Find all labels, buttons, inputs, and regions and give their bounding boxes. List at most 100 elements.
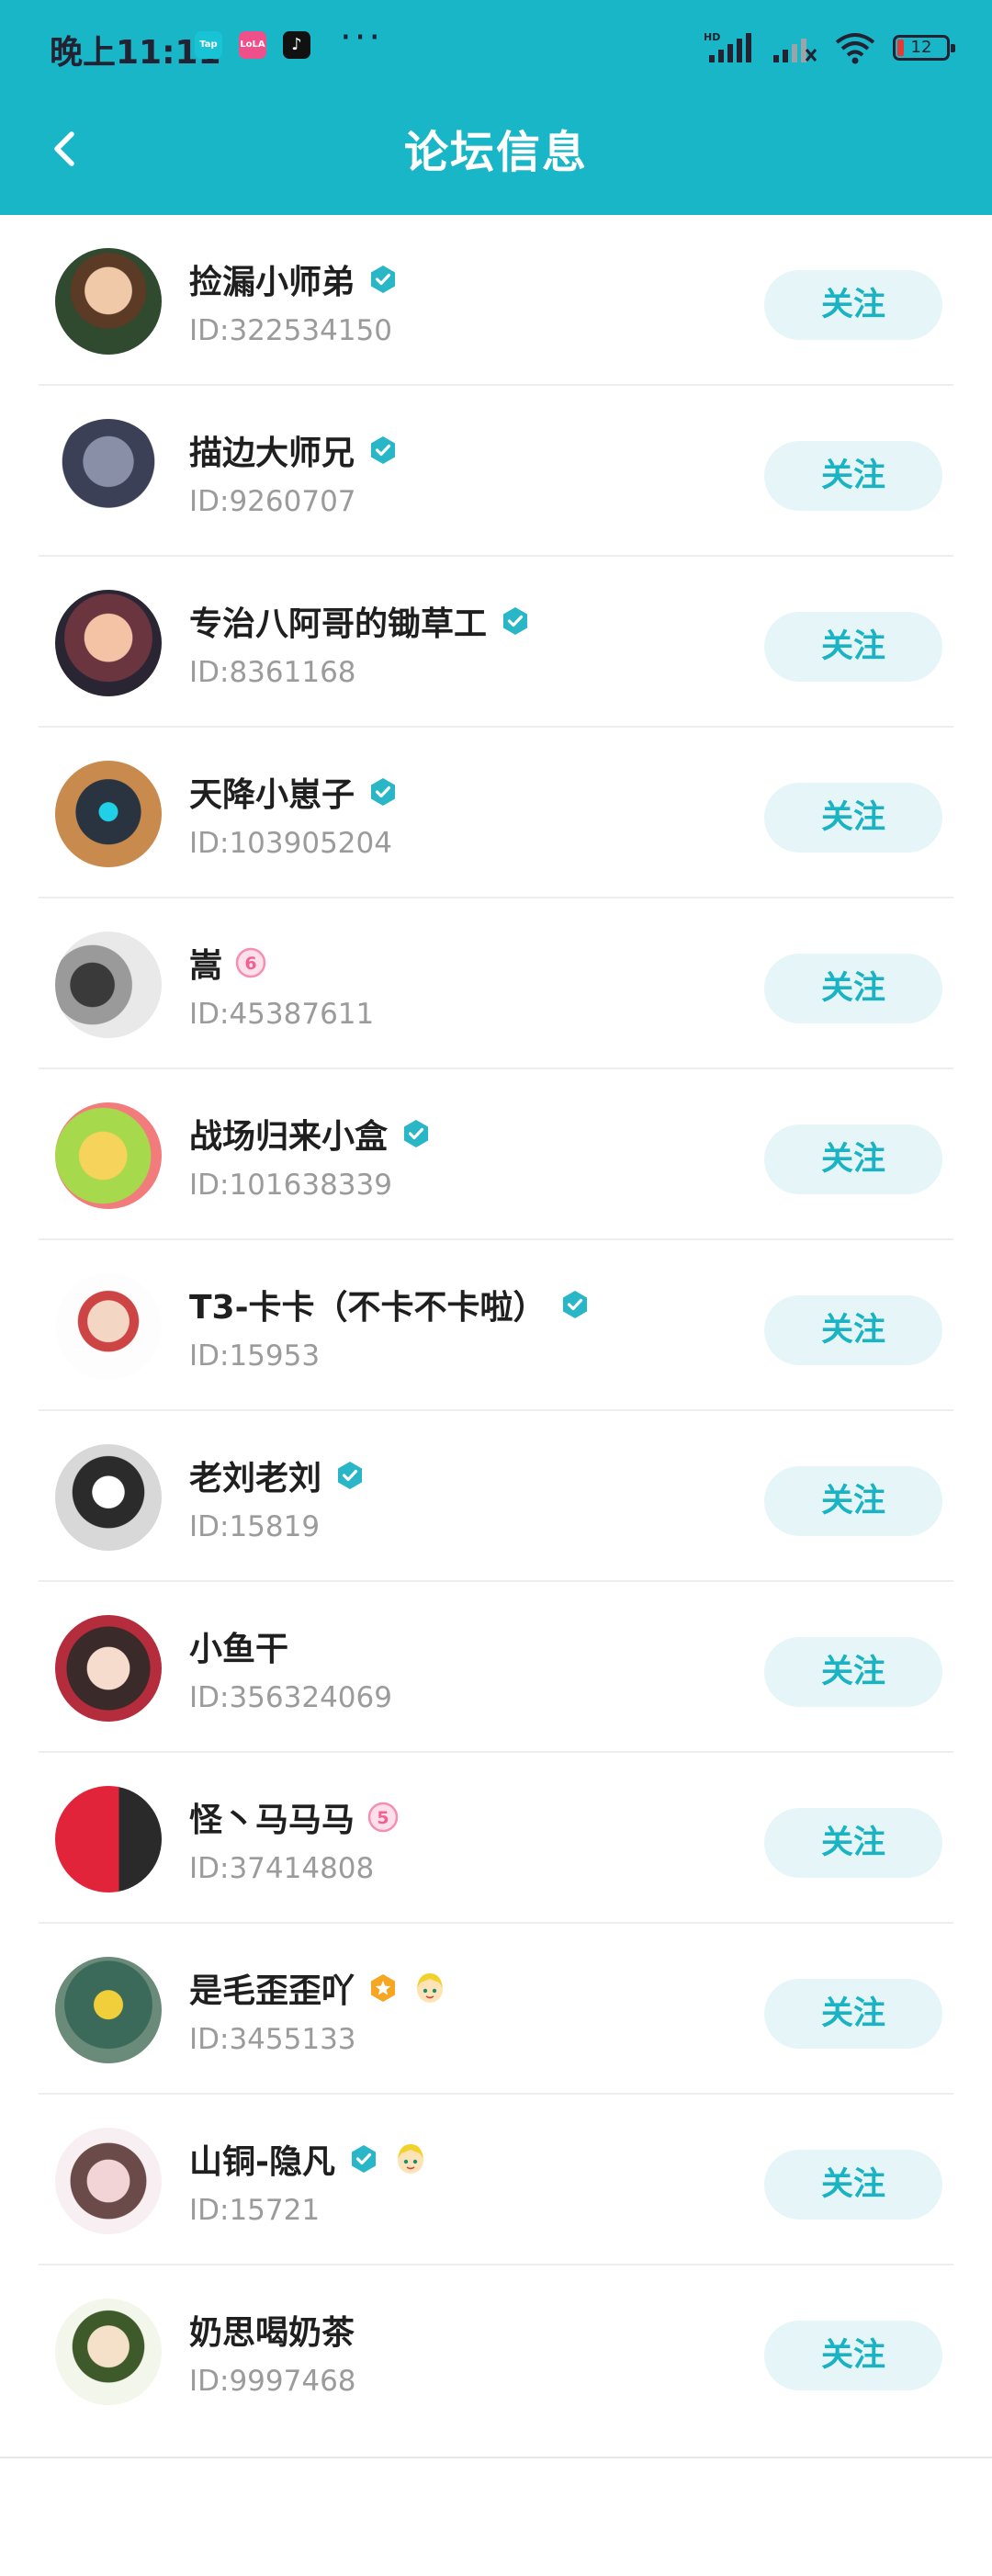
name-line: 专治八阿哥的锄草工 xyxy=(189,597,531,645)
user-name[interactable]: 专治八阿哥的锄草工 xyxy=(189,597,487,645)
battery-icon: 12 xyxy=(893,35,955,61)
follow-button[interactable]: 关注 xyxy=(764,783,942,853)
user-name[interactable]: 怪丶马马马 xyxy=(189,1793,355,1841)
name-line: 捡漏小师弟 xyxy=(189,255,399,303)
list-item[interactable]: 捡漏小师弟 ID:322534150 关注 xyxy=(0,215,992,386)
list-item[interactable]: 奶思喝奶茶 ID:9997468 关注 xyxy=(0,2265,992,2436)
avatar[interactable] xyxy=(55,2299,162,2405)
avatar[interactable] xyxy=(55,1786,162,1892)
avatar[interactable] xyxy=(55,761,162,867)
user-id: ID:9260707 xyxy=(189,485,356,518)
follow-button[interactable]: 关注 xyxy=(764,1124,942,1194)
user-name[interactable]: 山铜-隐凡 xyxy=(189,2135,335,2183)
taptap-icon: Tap xyxy=(195,31,222,59)
follow-button[interactable]: 关注 xyxy=(764,270,942,340)
verified-icon xyxy=(348,2143,379,2175)
avatar[interactable] xyxy=(55,932,162,1038)
avatar[interactable] xyxy=(55,1615,162,1722)
avatar[interactable] xyxy=(55,1957,162,2063)
follow-button[interactable]: 关注 xyxy=(764,1808,942,1878)
list-item[interactable]: 嵩 6 ID:45387611 关注 xyxy=(0,898,992,1069)
user-name[interactable]: 天降小崽子 xyxy=(189,768,355,816)
avatar[interactable] xyxy=(55,248,162,355)
name-line: 天降小崽子 xyxy=(189,768,399,816)
user-name[interactable]: 嵩 xyxy=(189,939,222,987)
verified-icon xyxy=(367,264,399,295)
name-line: 战场归来小盒 xyxy=(189,1110,432,1158)
verified-icon xyxy=(334,1460,366,1491)
user-id: ID:37414808 xyxy=(189,1852,375,1885)
user-name[interactable]: T3-卡卡（不卡不卡啦） xyxy=(189,1281,547,1328)
lofter-icon: LoLA xyxy=(239,31,266,59)
list-item[interactable]: 描边大师兄 ID:9260707 关注 xyxy=(0,386,992,557)
follow-button[interactable]: 关注 xyxy=(764,1295,942,1365)
user-id: ID:101638339 xyxy=(189,1169,392,1202)
user-id: ID:45387611 xyxy=(189,998,375,1031)
follow-button[interactable]: 关注 xyxy=(764,1637,942,1707)
user-name[interactable]: 小鱼干 xyxy=(189,1622,288,1670)
name-line: 小鱼干 xyxy=(189,1622,288,1670)
follow-button[interactable]: 关注 xyxy=(764,2150,942,2220)
user-id: ID:356324069 xyxy=(189,1681,392,1714)
status-right: HD 12 xyxy=(704,29,955,66)
user-id: ID:15819 xyxy=(189,1510,321,1543)
name-line: 是毛歪歪吖 xyxy=(189,1964,448,2012)
user-name[interactable]: 描边大师兄 xyxy=(189,426,355,474)
user-id: ID:3455133 xyxy=(189,2023,356,2056)
list-item[interactable]: 战场归来小盒 ID:101638339 关注 xyxy=(0,1069,992,1240)
user-name[interactable]: 老刘老刘 xyxy=(189,1452,321,1499)
user-name[interactable]: 奶思喝奶茶 xyxy=(189,2306,355,2354)
battery-level: 12 xyxy=(910,38,932,57)
character-badge-icon xyxy=(411,1970,448,2006)
verified-icon xyxy=(500,605,531,637)
follow-button[interactable]: 关注 xyxy=(764,1466,942,1536)
user-list: 捡漏小师弟 ID:322534150 关注 描边大师兄 ID:9260707 关注 专治八阿… xyxy=(0,215,992,2436)
avatar[interactable] xyxy=(55,419,162,525)
follow-button[interactable]: 关注 xyxy=(764,441,942,511)
follow-button[interactable]: 关注 xyxy=(764,1979,942,2049)
star-badge-icon xyxy=(367,1972,399,2004)
wifi-icon xyxy=(835,33,875,64)
list-item[interactable]: 怪丶马马马 5 ID:37414808 关注 xyxy=(0,1753,992,1924)
level-5-icon: 5 xyxy=(367,1802,399,1833)
verified-icon xyxy=(367,776,399,808)
user-id: ID:322534150 xyxy=(189,314,392,347)
list-item[interactable]: 天降小崽子 ID:103905204 关注 xyxy=(0,728,992,898)
list-item[interactable]: 山铜-隐凡 ID:15721 关注 xyxy=(0,2095,992,2265)
signal-hd-icon: HD xyxy=(704,31,751,62)
list-item[interactable]: 专治八阿哥的锄草工 ID:8361168 关注 xyxy=(0,557,992,728)
tiktok-icon: ♪ xyxy=(283,31,310,59)
user-name[interactable]: 捡漏小师弟 xyxy=(189,255,355,303)
user-id: ID:103905204 xyxy=(189,827,392,860)
list-bottom-divider xyxy=(0,2457,992,2458)
user-name[interactable]: 是毛歪歪吖 xyxy=(189,1964,355,2012)
list-item[interactable]: 小鱼干 ID:356324069 关注 xyxy=(0,1582,992,1753)
svg-text:HD: HD xyxy=(704,31,720,43)
avatar[interactable] xyxy=(55,1273,162,1380)
name-line: 怪丶马马马 5 xyxy=(189,1793,399,1841)
follow-button[interactable]: 关注 xyxy=(764,612,942,682)
follow-button[interactable]: 关注 xyxy=(764,954,942,1023)
avatar[interactable] xyxy=(55,2128,162,2234)
list-item[interactable]: T3-卡卡（不卡不卡啦） ID:15953 关注 xyxy=(0,1240,992,1411)
avatar[interactable] xyxy=(55,1102,162,1209)
name-line: T3-卡卡（不卡不卡啦） xyxy=(189,1281,591,1328)
avatar[interactable] xyxy=(55,590,162,696)
list-item[interactable]: 老刘老刘 ID:15819 关注 xyxy=(0,1411,992,1582)
name-line: 老刘老刘 xyxy=(189,1452,366,1499)
character-badge-icon xyxy=(392,2141,429,2177)
avatar[interactable] xyxy=(55,1444,162,1551)
name-line: 奶思喝奶茶 xyxy=(189,2306,355,2354)
signal-weak-icon xyxy=(773,39,817,62)
user-id: ID:15953 xyxy=(189,1339,321,1373)
follow-button[interactable]: 关注 xyxy=(764,2321,942,2390)
user-name[interactable]: 战场归来小盒 xyxy=(189,1110,388,1158)
verified-icon xyxy=(559,1289,591,1320)
more-notifications-icon: ··· xyxy=(340,17,384,59)
list-item[interactable]: 是毛歪歪吖 ID:3455133 关注 xyxy=(0,1924,992,2095)
name-line: 描边大师兄 xyxy=(189,426,399,474)
user-id: ID:8361168 xyxy=(189,656,356,689)
verified-icon xyxy=(367,435,399,466)
level-6-icon: 6 xyxy=(235,947,266,978)
svg-text:5: 5 xyxy=(377,1808,389,1828)
